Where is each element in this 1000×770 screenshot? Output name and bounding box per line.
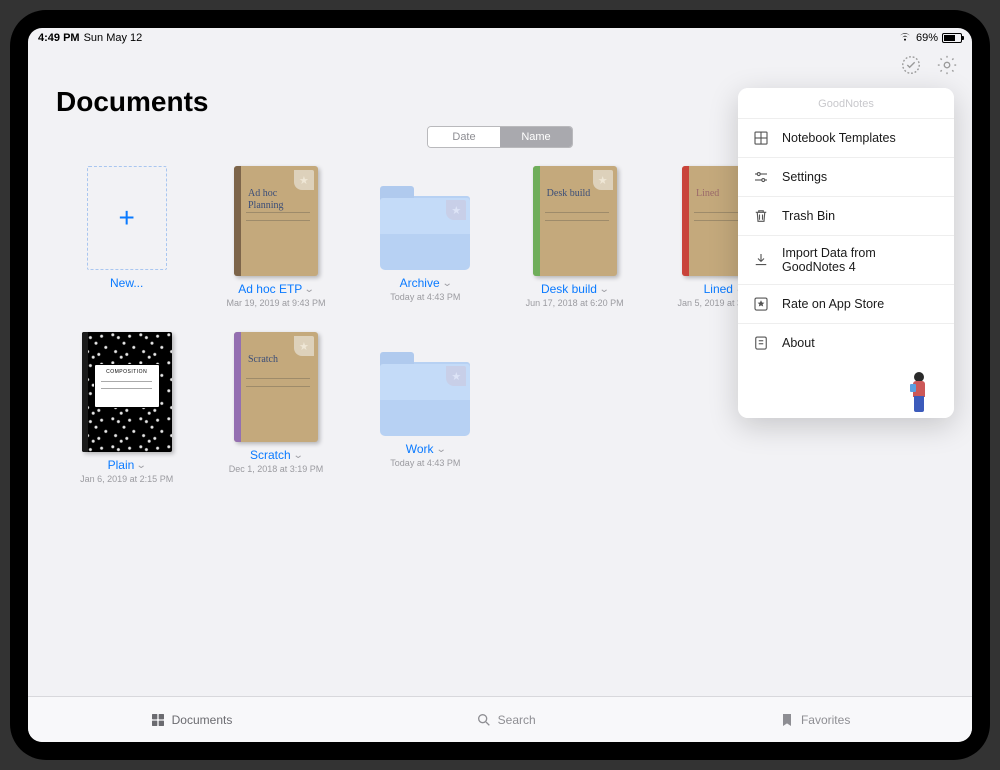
doc-scratch[interactable]: ★ Scratch Scratch⌄ Dec 1, 2018 at 3:19 P… [205, 332, 346, 484]
grid-icon [150, 712, 166, 728]
chevron-down-icon[interactable]: ⌄ [441, 278, 452, 289]
sort-name[interactable]: Name [500, 127, 572, 147]
select-icon[interactable] [900, 54, 922, 76]
toolbar [28, 48, 972, 82]
doc-plain[interactable]: COMPOSITION Plain⌄ Jan 6, 2019 at 2:15 P… [56, 332, 197, 484]
menu-about[interactable]: About [738, 323, 954, 362]
status-bar: 4:49 PM Sun May 12 69% [28, 28, 972, 48]
trash-icon [752, 207, 770, 225]
chevron-down-icon[interactable]: ⌄ [304, 284, 315, 295]
tab-documents[interactable]: Documents [150, 712, 233, 728]
star-icon [752, 295, 770, 313]
status-date: Sun May 12 [84, 32, 143, 44]
search-icon [476, 712, 492, 728]
tab-bar: Documents Search Favorites [28, 696, 972, 742]
new-document[interactable]: + New... [56, 166, 197, 308]
screen: 4:49 PM Sun May 12 69% Documents Date Na… [28, 28, 972, 742]
doc-adhoc-etp[interactable]: ★ Ad hoc Planning Ad hoc ETP⌄ Mar 19, 20… [205, 166, 346, 308]
battery-percent: 69% [916, 32, 938, 44]
chevron-down-icon[interactable]: ⌄ [136, 460, 147, 471]
new-label: New... [110, 276, 143, 290]
bookmark-icon [779, 712, 795, 728]
popover-title: GoodNotes [738, 88, 954, 118]
about-icon [752, 334, 770, 352]
wifi-icon [898, 31, 912, 45]
chevron-down-icon[interactable]: ⌄ [292, 450, 303, 461]
chevron-down-icon[interactable]: ⌄ [435, 444, 446, 455]
download-icon [752, 251, 770, 269]
folder-archive[interactable]: ★ Archive⌄ Today at 4:43 PM [355, 166, 496, 308]
plus-icon: + [87, 166, 167, 270]
doc-desk-build[interactable]: ★ Desk build Desk build⌄ Jun 17, 2018 at… [504, 166, 645, 308]
menu-import-gn4[interactable]: Import Data from GoodNotes 4 [738, 235, 954, 284]
folder-work[interactable]: ★ Work⌄ Today at 4:43 PM [355, 332, 496, 484]
status-time: 4:49 PM [38, 32, 80, 44]
menu-settings[interactable]: Settings [738, 157, 954, 196]
sort-date[interactable]: Date [428, 127, 500, 147]
popover-illustration [738, 362, 954, 418]
gear-icon[interactable] [936, 54, 958, 76]
menu-rate-app-store[interactable]: Rate on App Store [738, 284, 954, 323]
menu-notebook-templates[interactable]: Notebook Templates [738, 118, 954, 157]
sliders-icon [752, 168, 770, 186]
battery-icon [942, 33, 962, 43]
tab-search[interactable]: Search [476, 712, 536, 728]
ipad-frame: 4:49 PM Sun May 12 69% Documents Date Na… [10, 10, 990, 760]
chevron-down-icon[interactable]: ⌄ [599, 284, 610, 295]
tab-favorites[interactable]: Favorites [779, 712, 850, 728]
settings-popover: GoodNotes Notebook Templates Settings Tr… [738, 88, 954, 418]
templates-icon [752, 129, 770, 147]
menu-trash-bin[interactable]: Trash Bin [738, 196, 954, 235]
